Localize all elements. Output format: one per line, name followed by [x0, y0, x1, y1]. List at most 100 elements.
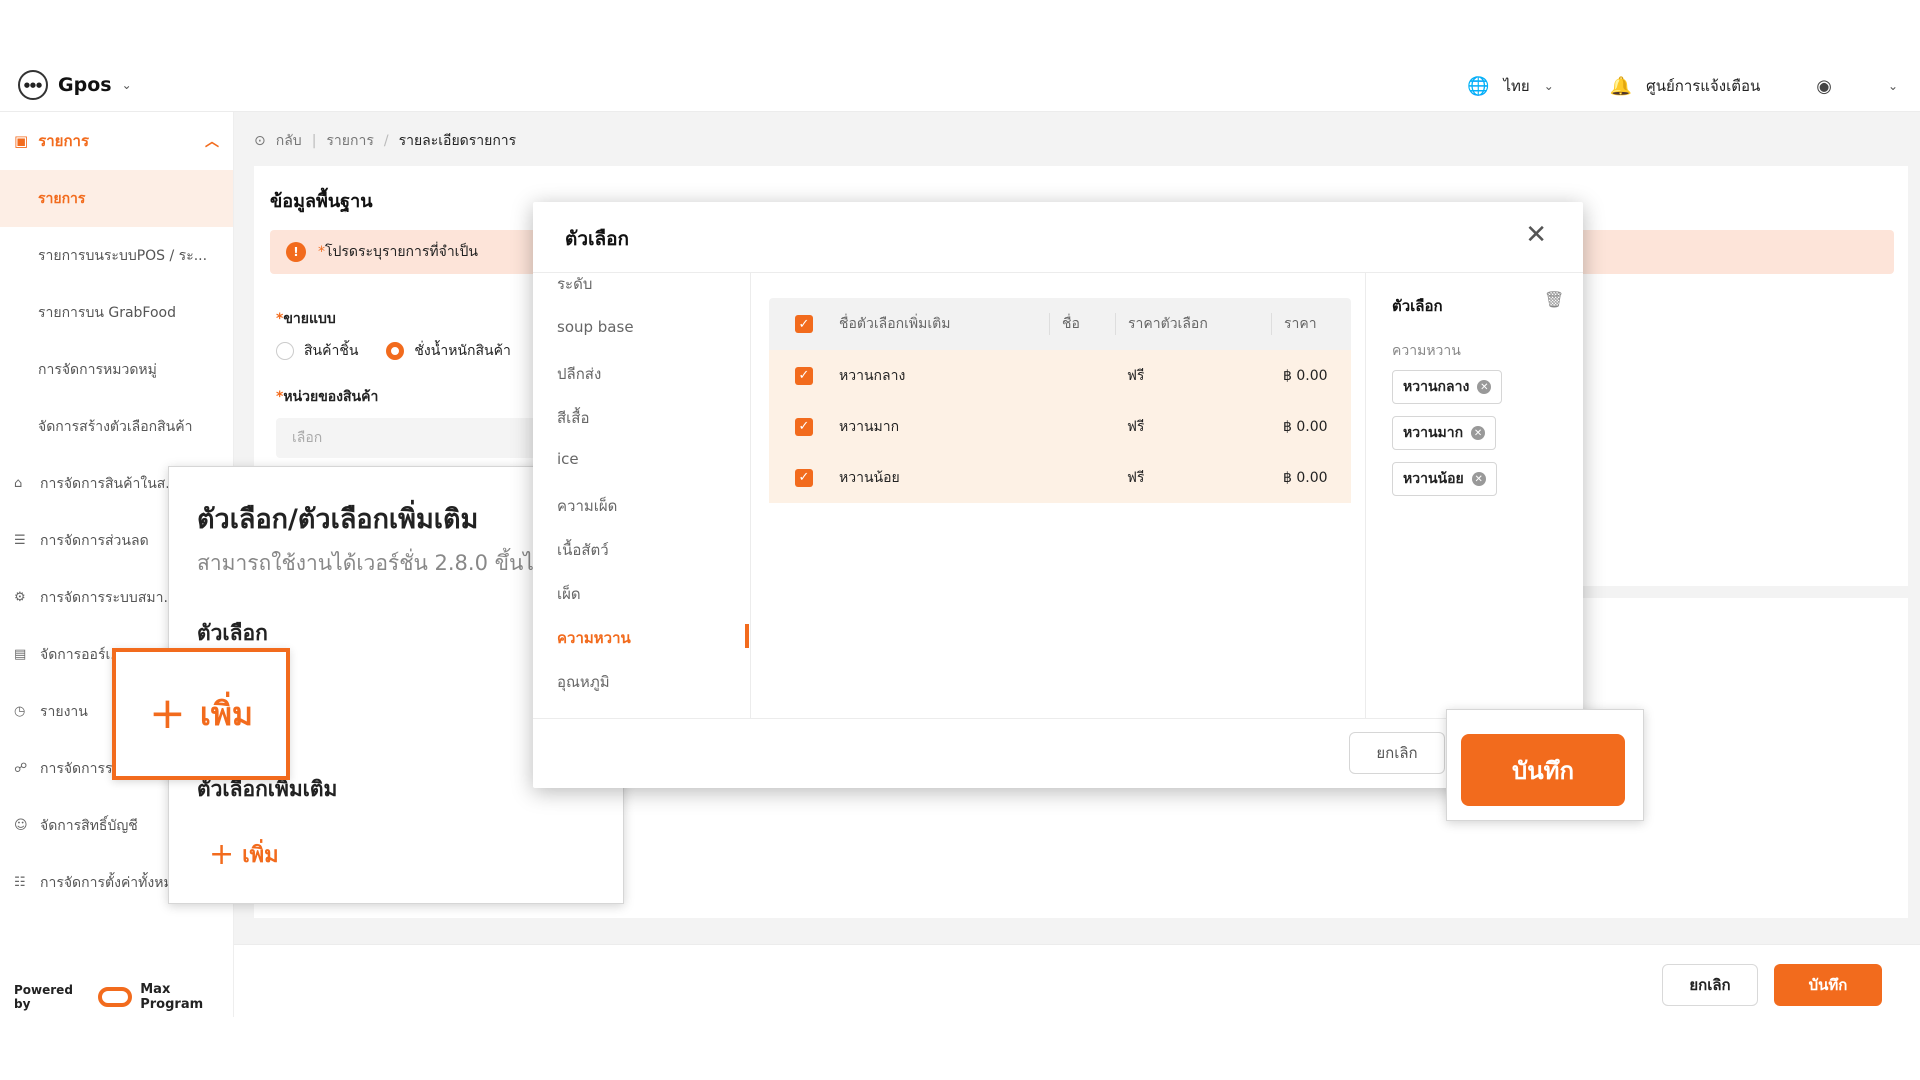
option-category-list: ระดับ soup base ปลีกส่ง สีเสื้อ ice ความ… — [533, 272, 751, 718]
cell-price: ฿ 0.00 — [1283, 418, 1328, 435]
brand-name: Gpos — [58, 74, 112, 96]
add-extra-option-button[interactable]: + เพิ่ม — [209, 837, 279, 872]
sidebar-item-label: การจัดการส่วนลด — [40, 532, 149, 549]
max-program-logo-icon — [97, 987, 133, 1007]
chevron-down-icon[interactable]: ⌄ — [1888, 79, 1898, 93]
network-icon: ☍ — [14, 761, 28, 776]
category-item[interactable]: สีเสื้อ — [557, 406, 589, 430]
select-all-checkbox[interactable]: ✓ — [795, 315, 813, 333]
unit-select[interactable]: เลือก — [276, 418, 536, 458]
back-icon[interactable]: ⊙ — [254, 133, 266, 149]
option-chip: หวานมาก ✕ — [1392, 416, 1497, 450]
close-icon[interactable]: ✕ — [1525, 220, 1547, 250]
row-checkbox[interactable]: ✓ — [795, 366, 813, 385]
sidebar-item-label: จัดการสิทธิ์บัญชี — [40, 817, 138, 834]
remove-chip-icon[interactable]: ✕ — [1471, 472, 1486, 486]
cell-price: ฿ 0.00 — [1283, 367, 1328, 384]
sidebar-item-label: การจัดการระบบสมา... — [40, 589, 177, 606]
back-link[interactable]: กลับ — [276, 130, 302, 152]
col-header: ราคาตัวเลือก — [1115, 313, 1271, 335]
radio-piece[interactable]: สินค้าชิ้น — [276, 340, 358, 362]
category-item[interactable]: เผ็ด — [557, 582, 581, 606]
language-select[interactable]: ไทย — [1503, 74, 1529, 98]
notification-center-link[interactable]: ศูนย์การแจ้งเตือน — [1646, 74, 1760, 98]
add-label: เพิ่ม — [242, 843, 279, 868]
category-item-active[interactable]: ความหวาน — [557, 626, 631, 650]
chip-label: หวานกลาง — [1403, 379, 1470, 395]
panel-title: ตัวเลือก — [1392, 297, 1443, 315]
category-item[interactable]: ปลีกส่ง — [557, 362, 601, 386]
breadcrumb-item[interactable]: รายการ — [326, 130, 373, 152]
chip-label: หวานมาก — [1403, 425, 1464, 441]
breadcrumb-current: รายละเอียดรายการ — [398, 133, 517, 149]
row-checkbox[interactable]: ✓ — [795, 468, 813, 487]
col-header: ราคา — [1271, 313, 1351, 335]
callout-options-label: ตัวเลือก — [197, 621, 268, 645]
chevron-up-icon: ︿ — [205, 134, 219, 150]
category-item[interactable]: เนื้อสัตว์ — [557, 538, 609, 562]
add-label: เพิ่ม — [199, 694, 253, 733]
remove-chip-icon[interactable]: ✕ — [1471, 426, 1486, 440]
sidebar-item-product-options[interactable]: จัดการสร้างตัวเลือกสินค้า — [0, 398, 233, 455]
add-option-button-highlight[interactable]: + เพิ่ม — [112, 648, 290, 780]
trash-icon[interactable]: 🗑 — [1544, 290, 1564, 309]
brand-switcher[interactable]: ●●● Gpos ⌄ — [18, 70, 132, 100]
category-item[interactable]: ความเผ็ด — [557, 494, 617, 518]
category-item[interactable]: อุณหภูมิ — [557, 670, 610, 694]
info-icon: ! — [286, 242, 306, 262]
table-row[interactable]: ✓ หวานมาก ฟรี ฿ 0.00 — [769, 401, 1351, 452]
sidebar-item-items[interactable]: รายการ — [0, 170, 233, 227]
panel-group-label: ความหวาน — [1392, 343, 1461, 359]
modal-save-button[interactable]: บันทึก — [1461, 734, 1625, 806]
active-indicator — [745, 624, 749, 648]
required-mark: * — [318, 244, 325, 260]
radio-weight[interactable]: ชั่งน้ำหนักสินค้า — [386, 340, 511, 362]
col-header: ชื่อ — [1049, 313, 1115, 335]
options-table: ✓ ชื่อตัวเลือกเพิ่มเติม ชื่อ ราคาตัวเลือ… — [769, 298, 1351, 503]
powered-by-label: Powered by — [14, 983, 73, 1011]
plus-icon: + — [209, 837, 235, 872]
brand-logo-icon: ●●● — [18, 70, 48, 100]
category-item[interactable]: ice — [557, 450, 579, 468]
breadcrumb: ⊙ กลับ | รายการ / รายละเอียดรายการ — [254, 130, 516, 152]
options-modal: ตัวเลือก ✕ ระดับ soup base ปลีกส่ง สีเสื… — [533, 202, 1583, 788]
table-header: ✓ ชื่อตัวเลือกเพิ่มเติม ชื่อ ราคาตัวเลือ… — [769, 298, 1351, 350]
powered-brand: Max Program — [140, 982, 204, 1012]
cell-option-price: ฟรี — [1127, 367, 1145, 384]
cell-option-price: ฟรี — [1127, 469, 1145, 486]
chevron-down-icon[interactable]: ⌄ — [1544, 79, 1554, 93]
remove-chip-icon[interactable]: ✕ — [1477, 380, 1492, 394]
row-checkbox[interactable]: ✓ — [795, 417, 813, 436]
modal-cancel-button[interactable]: ยกเลิก — [1349, 732, 1445, 774]
radio-label: ชั่งน้ำหนักสินค้า — [414, 343, 511, 359]
globe-icon[interactable]: 🌐 — [1467, 76, 1489, 97]
radio-label: สินค้าชิ้น — [304, 343, 359, 359]
sidebar-group-label: รายการ — [38, 132, 90, 150]
radio-on-icon — [386, 342, 405, 360]
alert-text: โปรดระบุรายการที่จำเป็น — [325, 244, 478, 260]
sidebar-item-pos-items[interactable]: รายการบนระบบPOS / ระ... — [0, 227, 233, 284]
category-item[interactable]: ระดับ — [557, 272, 592, 296]
bell-icon[interactable]: 🔔 — [1610, 76, 1632, 97]
sidebar-group-items[interactable]: ▣ รายการ ︿ — [0, 112, 233, 170]
cell-name: หวานกลาง — [839, 367, 906, 384]
clock-icon: ◷ — [14, 704, 26, 719]
store-icon: ⌂ — [14, 476, 23, 491]
modal-title: ตัวเลือก — [565, 228, 630, 250]
user-circle-icon[interactable]: ◉ — [1816, 76, 1832, 97]
callout-title: ตัวเลือก/ตัวเลือกเพิ่มเติม — [197, 504, 479, 535]
selected-options-panel: ตัวเลือก 🗑 ความหวาน หวานกลาง ✕ หวานมาก ✕… — [1365, 272, 1583, 718]
sidebar-item-categories[interactable]: การจัดการหมวดหมู่ — [0, 341, 233, 398]
cancel-button[interactable]: ยกเลิก — [1662, 964, 1758, 1006]
top-header: ●●● Gpos ⌄ 🌐 ไทย ⌄ 🔔 ศูนย์การแจ้งเตือน ◉… — [0, 62, 1920, 112]
chip-label: หวานน้อย — [1403, 471, 1464, 487]
order-icon: ▤ — [14, 647, 27, 662]
powered-by: Powered by Max Program — [14, 982, 233, 1012]
table-row[interactable]: ✓ หวานกลาง ฟรี ฿ 0.00 — [769, 350, 1351, 401]
sidebar-item-grabfood[interactable]: รายการบน GrabFood — [0, 284, 233, 341]
category-item[interactable]: soup base — [557, 318, 634, 336]
table-row[interactable]: ✓ หวานน้อย ฟรี ฿ 0.00 — [769, 452, 1351, 503]
save-button[interactable]: บันทึก — [1774, 964, 1882, 1006]
sidebar-item-label: รายงาน — [40, 703, 88, 720]
section-title: ข้อมูลพื้นฐาน — [270, 191, 373, 212]
